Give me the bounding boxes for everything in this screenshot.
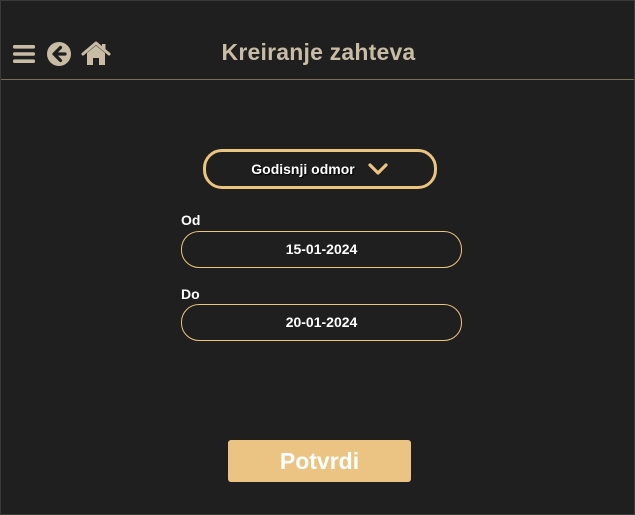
to-date-input[interactable]: 20-01-2024 — [181, 304, 462, 341]
app-frame: Kreiranje zahteva Godisnji odmor Od 15-0… — [0, 0, 635, 515]
chevron-down-icon — [367, 162, 389, 176]
from-date-input[interactable]: 15-01-2024 — [181, 231, 462, 268]
from-date-label: Od — [181, 212, 201, 228]
confirm-button[interactable]: Potvrdi — [228, 440, 411, 482]
header-bar: Kreiranje zahteva — [1, 1, 634, 80]
request-type-dropdown[interactable]: Godisnji odmor — [203, 149, 437, 189]
request-type-value: Godisnji odmor — [251, 161, 355, 177]
to-date-label: Do — [181, 286, 200, 302]
page-title: Kreiranje zahteva — [221, 39, 416, 65]
